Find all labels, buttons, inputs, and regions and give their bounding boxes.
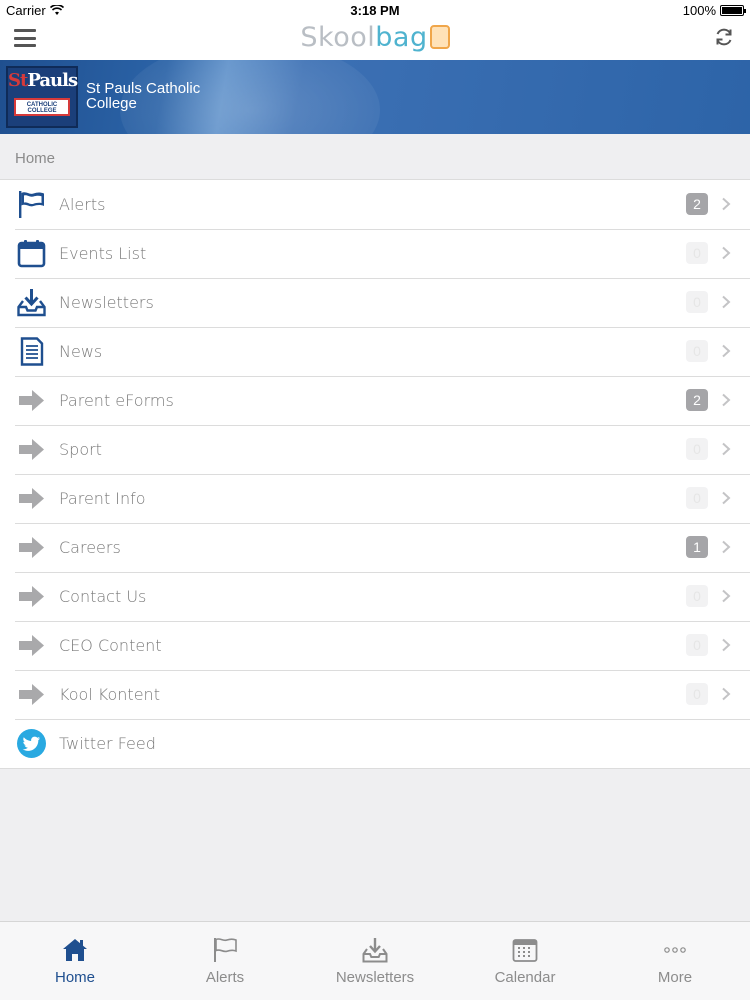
count-badge: 0: [686, 340, 708, 362]
calendar-icon: [511, 936, 539, 964]
flag-icon: [211, 936, 239, 964]
tab-alerts[interactable]: Alerts: [150, 922, 300, 1000]
home-icon: [61, 936, 89, 964]
tab-label: More: [657, 969, 693, 986]
tab-calendar[interactable]: Calendar: [450, 922, 600, 1000]
chevron-right-icon: [720, 491, 732, 505]
count-badge: 0: [686, 487, 708, 509]
menu-item-label: CEO Content: [59, 636, 162, 655]
status-bar: Carrier 3:18 PM 100%: [0, 0, 750, 20]
menu-item-label: Twitter Feed: [59, 734, 156, 753]
school-name: St Pauls Catholic College: [86, 80, 201, 112]
menu-item-parent-eforms[interactable]: Parent eForms 2: [0, 376, 750, 425]
arrow-right-icon: [16, 630, 47, 661]
chevron-right-icon: [720, 246, 732, 260]
menu-item-label: Parent eForms: [59, 391, 174, 410]
menu-item-ceo-content[interactable]: CEO Content 0: [0, 621, 750, 670]
menu-item-contact-us[interactable]: Contact Us 0: [0, 572, 750, 621]
count-badge: 0: [686, 585, 708, 607]
arrow-right-icon: [16, 532, 47, 563]
menu-item-newsletters[interactable]: Newsletters 0: [0, 278, 750, 327]
tab-label: Calendar: [494, 969, 556, 986]
count-badge: 0: [686, 291, 708, 313]
chevron-right-icon: [720, 540, 732, 554]
chevron-right-icon: [720, 442, 732, 456]
menu-item-label: Alerts: [59, 195, 106, 214]
bag-icon: [429, 25, 450, 49]
menu-item-careers[interactable]: Careers 1: [0, 523, 750, 572]
chevron-right-icon: [720, 393, 732, 407]
chevron-right-icon: [720, 589, 732, 603]
download-inbox-icon: [16, 287, 47, 318]
app-header: Skoolbag: [0, 20, 750, 60]
menu-item-label: Newsletters: [59, 293, 154, 312]
menu-item-events-list[interactable]: Events List 0: [0, 229, 750, 278]
status-time: 3:18 PM: [350, 3, 400, 18]
tab-newsletters[interactable]: Newsletters: [300, 922, 450, 1000]
arrow-right-icon: [16, 581, 47, 612]
more-dots-icon: [661, 936, 689, 964]
school-crest-logo: StPauls CATHOLIC COLLEGE: [6, 66, 78, 128]
count-badge: 2: [686, 193, 708, 215]
battery-indicator: 100%: [682, 3, 746, 18]
menu-item-label: Parent Info: [59, 489, 146, 508]
bottom-tab-bar: Home Alerts Newsletters Calendar More: [0, 921, 750, 1000]
refresh-icon[interactable]: [713, 26, 735, 48]
chevron-right-icon: [720, 295, 732, 309]
menu-item-sport[interactable]: Sport 0: [0, 425, 750, 474]
arrow-right-icon: [16, 679, 47, 710]
chevron-right-icon: [720, 344, 732, 358]
calendar-icon: [16, 238, 47, 269]
count-badge: 0: [686, 683, 708, 705]
logo-text-part2: bag: [375, 22, 428, 53]
menu-item-label: Contact Us: [59, 587, 147, 606]
flag-icon: [16, 189, 47, 220]
download-inbox-icon: [361, 936, 389, 964]
breadcrumb: Home: [0, 134, 750, 179]
menu-item-alerts[interactable]: Alerts 2: [0, 180, 750, 229]
arrow-right-icon: [16, 434, 47, 465]
document-icon: [16, 336, 47, 367]
battery-percent: 100%: [682, 3, 716, 18]
menu-item-kool-kontent[interactable]: Kool Kontent 0: [0, 670, 750, 719]
count-badge: 0: [686, 242, 708, 264]
count-badge: 1: [686, 536, 708, 558]
menu-item-label: Careers: [59, 538, 121, 557]
menu-item-twitter-feed[interactable]: Twitter Feed: [0, 719, 750, 768]
count-badge: 0: [686, 634, 708, 656]
chevron-right-icon: [720, 638, 732, 652]
menu-item-label: Sport: [59, 440, 102, 459]
arrow-right-icon: [16, 483, 47, 514]
menu-item-label: Kool Kontent: [59, 685, 160, 704]
tab-home[interactable]: Home: [0, 922, 150, 1000]
tab-label: Newsletters: [335, 969, 415, 986]
tab-label: Home: [54, 969, 95, 986]
menu-item-label: Events List: [59, 244, 147, 263]
school-banner: StPauls CATHOLIC COLLEGE St Pauls Cathol…: [0, 60, 750, 134]
twitter-icon: [16, 728, 47, 759]
menu-item-news[interactable]: News 0: [0, 327, 750, 376]
logo-text-part1: Skool: [300, 22, 376, 53]
skoolbag-logo: Skoolbag: [0, 22, 750, 53]
tab-label: Alerts: [205, 969, 245, 986]
chevron-right-icon: [720, 687, 732, 701]
chevron-right-icon: [720, 197, 732, 211]
battery-icon: [720, 5, 746, 16]
menu-item-parent-info[interactable]: Parent Info 0: [0, 474, 750, 523]
tab-more[interactable]: More: [600, 922, 750, 1000]
count-badge: 0: [686, 438, 708, 460]
menu-item-label: News: [59, 342, 103, 361]
menu-list: Alerts 2 Events List 0 Newsletters 0 News 0 Pare…: [0, 179, 750, 769]
count-badge: 2: [686, 389, 708, 411]
arrow-right-icon: [16, 385, 47, 416]
